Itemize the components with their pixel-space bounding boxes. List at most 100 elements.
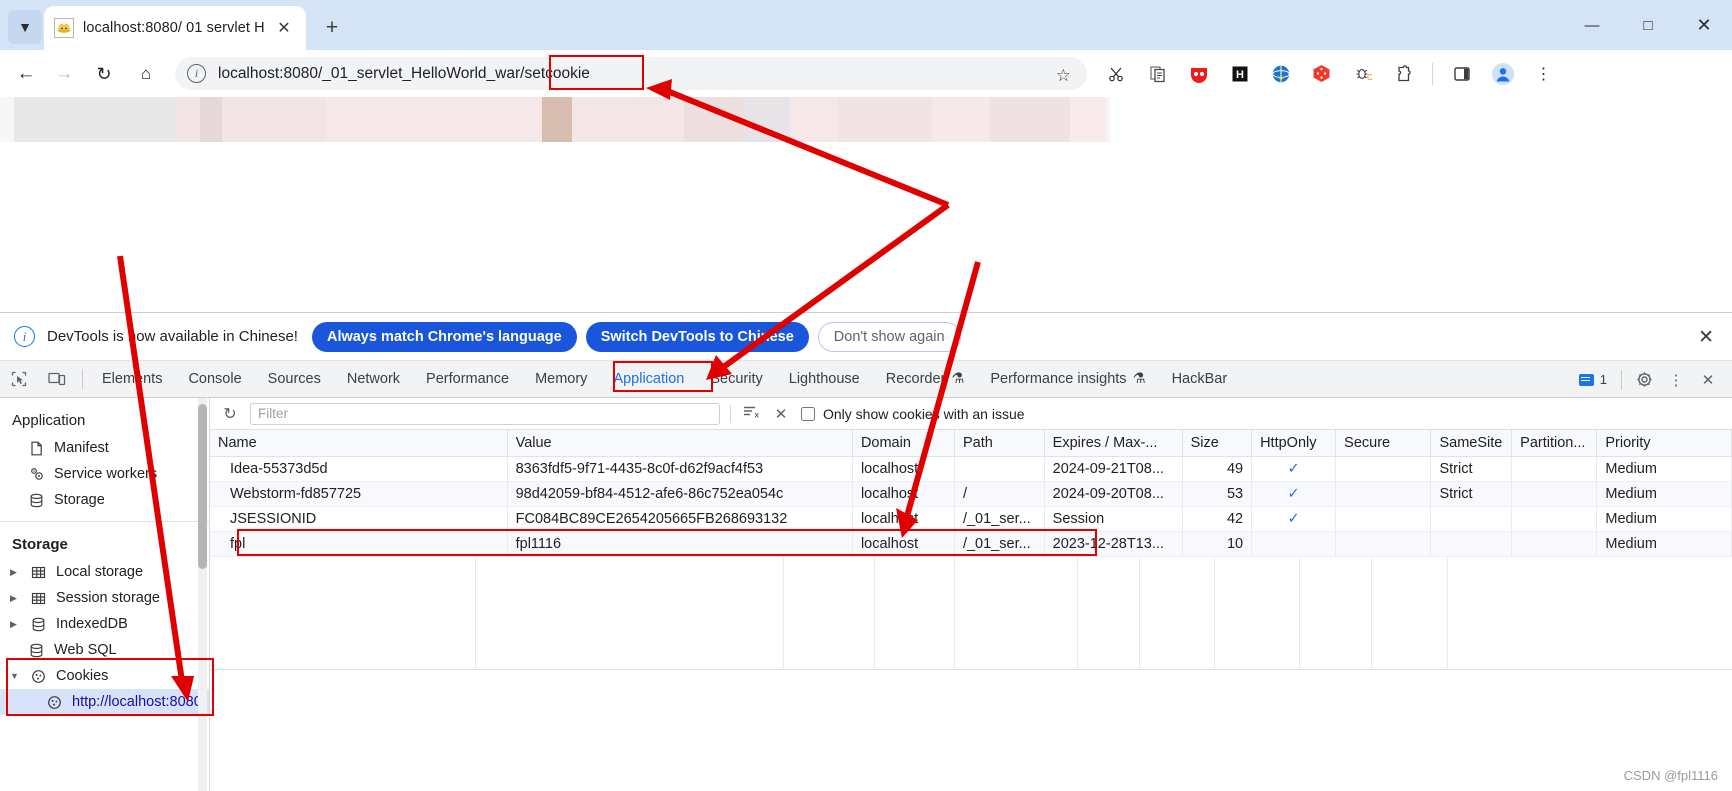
chevron-right-icon[interactable]: ▶ [10,593,19,604]
page-content-area [0,97,1732,312]
cell-priority: Medium [1596,456,1732,482]
browser-window: ▼ localhost:8080/ 01 servlet H ✕ + — □ ✕ [0,0,1732,791]
sidebar-item-service-workers[interactable]: Service workers [0,461,209,487]
side-panel-icon[interactable] [1441,57,1482,90]
profile-avatar-icon[interactable] [1482,57,1523,90]
devtools-tab-memory[interactable]: Memory [522,361,600,398]
cell-domain: localhost [852,506,955,532]
sidebar-item-label: Manifest [54,440,109,456]
column-header-secure[interactable]: Secure [1335,430,1432,457]
devtools-tab-recorder[interactable]: Recorder ⚗ [873,361,978,398]
devtools-tab-bar: Elements Console Sources Network Perform… [0,361,1732,398]
svg-text:x: x [755,410,760,419]
devtools-tab-sources[interactable]: Sources [255,361,334,398]
column-header-value[interactable]: Value [507,430,853,457]
tab-label: Sources [267,371,321,387]
column-header-domain[interactable]: Domain [852,430,955,457]
dont-show-again-button[interactable]: Don't show again [817,321,961,352]
column-header-httponly[interactable]: HttpOnly [1251,430,1337,457]
back-arrow-icon[interactable]: ← [10,58,42,90]
kebab-menu-icon[interactable]: ⋮ [1660,361,1692,398]
watermark: CSDN @fpl1116 [1623,768,1718,783]
tab-strip: ▼ localhost:8080/ 01 servlet H ✕ + — □ ✕ [0,0,1732,50]
forward-arrow-icon[interactable]: → [48,58,80,90]
notice-text: DevTools is now available in Chinese! [47,328,298,345]
sidebar-item-label: Session storage [56,590,160,606]
notice-close-icon[interactable]: ✕ [1698,326,1714,349]
column-header-expires[interactable]: Expires / Max-... [1044,430,1183,457]
table-grid-icon [30,590,47,607]
inspect-element-icon[interactable] [0,361,38,398]
window-close-icon[interactable]: ✕ [1676,0,1732,50]
table-row[interactable]: Idea-55373d5d 8363fdf5-9f71-4435-8c0f-d6… [210,456,1732,482]
home-icon[interactable]: ⌂ [130,58,162,90]
sidebar-item-label: Local storage [56,564,144,580]
site-info-icon[interactable]: i [187,64,206,83]
tab-label: Security [710,371,763,387]
dice-extension-icon[interactable] [1301,57,1342,90]
column-header-partition[interactable]: Partition... [1511,430,1598,457]
only-show-issues-checkbox-wrapper[interactable]: Only show cookies with an issue [801,406,1025,422]
tabbar-divider [82,369,83,389]
devtools-tab-network[interactable]: Network [334,361,413,398]
gear-icon[interactable] [1628,361,1660,398]
red-mask-extension-icon[interactable] [1178,57,1219,90]
new-tab-button[interactable]: + [316,12,348,44]
sidebar-scrollbar-thumb[interactable] [198,404,207,569]
cell-partition [1511,481,1598,507]
sidebar-section-storage-title: Storage [12,536,68,553]
only-show-issues-checkbox[interactable] [801,406,815,421]
scissors-icon[interactable] [1096,57,1137,90]
sidebar-item-manifest[interactable]: Manifest [0,435,209,461]
minimize-icon[interactable]: — [1564,0,1620,50]
bookmark-star-icon[interactable]: ☆ [1056,66,1071,86]
devtools-tab-performance-insights[interactable]: Performance insights ⚗ [977,361,1158,398]
tab-close-icon[interactable]: ✕ [272,16,296,40]
highlight-box-cookies-node [6,658,214,716]
database-icon [28,492,45,509]
devtools-tab-hackbar[interactable]: HackBar [1159,361,1241,398]
devtools-tab-lighthouse[interactable]: Lighthouse [776,361,873,398]
globe-download-icon[interactable] [1260,57,1301,90]
refresh-icon[interactable]: ↻ [220,404,240,424]
maximize-icon[interactable]: □ [1620,0,1676,50]
chevron-right-icon[interactable]: ▶ [10,567,19,578]
cell-size: 42 [1182,506,1253,532]
puzzle-extensions-icon[interactable] [1383,57,1424,90]
sidebar-item-indexeddb[interactable]: ▶ IndexedDB [0,611,209,637]
copy-document-icon[interactable] [1137,57,1178,90]
table-row[interactable]: JSESSIONID FC084BC89CE2654205665FB268693… [210,506,1732,532]
sidebar-item-storage[interactable]: Storage [0,487,209,513]
device-toolbar-icon[interactable] [38,361,76,398]
chrome-menu-icon[interactable]: ⋮ [1523,57,1564,90]
column-header-size[interactable]: Size [1182,430,1253,457]
devtools-close-icon[interactable]: ✕ [1692,361,1724,398]
reload-icon[interactable]: ↻ [88,58,120,90]
sidebar-item-session-storage[interactable]: ▶ Session storage [0,585,209,611]
message-count-badge[interactable]: 1 [1578,372,1607,387]
browser-tab[interactable]: localhost:8080/ 01 servlet H ✕ [44,6,306,50]
switch-devtools-language-button[interactable]: Switch DevTools to Chinese [585,321,809,352]
devtools-tab-elements[interactable]: Elements [89,361,175,398]
devtools-tabbar-right-controls: 1 ⋮ ✕ [1578,361,1724,398]
filter-input[interactable] [250,402,720,425]
column-header-name[interactable]: Name [210,430,508,457]
delete-all-cookies-icon[interactable]: ✕ [771,405,791,423]
url-prefix: localhost:8080/_01_servlet_HelloWorld_wa… [218,64,521,82]
cell-value: 98d42059-bf84-4512-afe6-86c752ea054c [507,481,853,507]
hackbar-extension-icon[interactable]: H [1219,57,1260,90]
clear-filter-icon[interactable]: x [741,405,761,423]
devtools-tab-performance[interactable]: Performance [413,361,522,398]
devtools-tab-console[interactable]: Console [175,361,254,398]
always-match-language-button[interactable]: Always match Chrome's language [311,321,577,352]
bug-extension-icon[interactable]: C [1342,57,1383,90]
chevron-right-icon[interactable]: ▶ [10,619,19,630]
table-row[interactable]: Webstorm-fd857725 98d42059-bf84-4512-afe… [210,481,1732,507]
column-header-path[interactable]: Path [954,430,1045,457]
column-header-priority[interactable]: Priority [1596,430,1732,457]
column-header-samesite[interactable]: SameSite [1430,430,1513,457]
browser-toolbar: ← → ↻ ⌂ i localhost:8080/_01_servlet_Hel… [0,50,1732,97]
tab-label: Lighthouse [788,371,860,387]
tab-search-chevron-down-icon[interactable]: ▼ [8,10,42,44]
sidebar-item-local-storage[interactable]: ▶ Local storage [0,559,209,585]
